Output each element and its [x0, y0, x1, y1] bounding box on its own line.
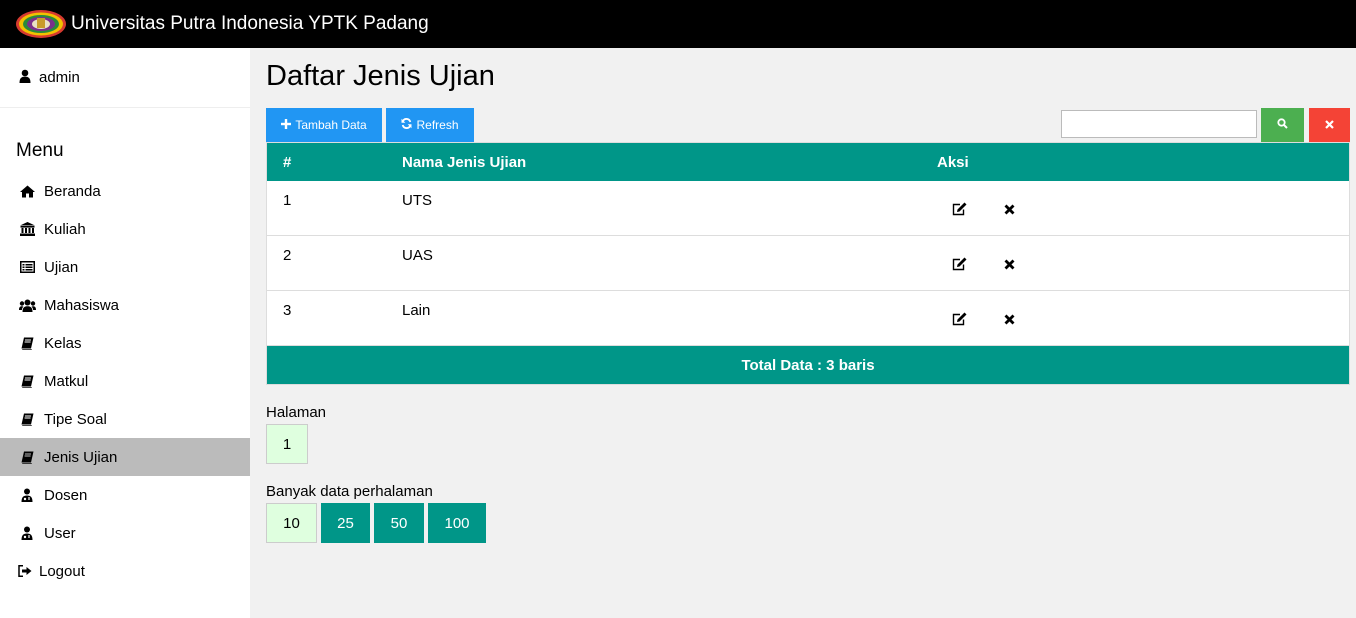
- edit-icon[interactable]: [951, 256, 967, 272]
- sidebar-item-label: Dosen: [44, 486, 88, 504]
- per-page-option[interactable]: 100: [428, 503, 486, 543]
- sidebar-item-tipe-soal[interactable]: Tipe Soal: [0, 400, 250, 438]
- jenis-ujian-table: # Nama Jenis Ujian Aksi 1 UTS 2 UAS 3 La…: [266, 142, 1350, 385]
- sidebar-item-label: Jenis Ujian: [44, 448, 118, 466]
- sidebar-item-mahasiswa[interactable]: Mahasiswa: [0, 286, 250, 324]
- sidebar-item-label: Tipe Soal: [44, 410, 107, 428]
- sidebar-item-ujian[interactable]: Ujian: [0, 248, 250, 286]
- sidebar-item-matkul[interactable]: Matkul: [0, 362, 250, 400]
- sidebar-item-label: Ujian: [44, 258, 79, 276]
- refresh-label: Refresh: [416, 118, 459, 132]
- edit-icon[interactable]: [951, 311, 967, 327]
- user-icon: [19, 69, 31, 87]
- row-number: 1: [283, 192, 292, 209]
- column-header-action: Aksi: [937, 154, 969, 171]
- column-header-name: Nama Jenis Ujian: [402, 154, 527, 171]
- search-icon: [1277, 118, 1288, 132]
- book-icon: [18, 451, 36, 464]
- row-number: 3: [283, 302, 292, 319]
- user-md-icon: [18, 526, 36, 540]
- list-alt-icon: [18, 261, 36, 273]
- table-header: # Nama Jenis Ujian Aksi: [267, 143, 1349, 181]
- refresh-button[interactable]: Refresh: [386, 108, 474, 142]
- top-navbar: Universitas Putra Indonesia YPTK Padang: [0, 0, 1356, 48]
- pagination-label: Halaman: [266, 404, 327, 421]
- page-button[interactable]: 1: [266, 424, 308, 464]
- sidebar-item-kuliah[interactable]: Kuliah: [0, 210, 250, 248]
- table-row: 2 UAS: [267, 236, 1349, 291]
- sidebar-item-logout[interactable]: Logout: [0, 552, 250, 590]
- sidebar-item-label: Logout: [39, 562, 85, 580]
- toolbar: Tambah Data Refresh: [266, 108, 1350, 142]
- row-number: 2: [283, 247, 292, 264]
- search-input[interactable]: [1061, 110, 1257, 138]
- table-row: 3 Lain: [267, 291, 1349, 346]
- table-footer: Total Data : 3 baris: [267, 346, 1349, 384]
- page-title: Daftar Jenis Ujian: [266, 60, 495, 92]
- search-button[interactable]: [1261, 108, 1304, 142]
- delete-icon[interactable]: [1001, 201, 1017, 217]
- delete-icon[interactable]: [1001, 311, 1017, 327]
- refresh-icon: [401, 118, 412, 132]
- sidebar-item-kelas[interactable]: Kelas: [0, 324, 250, 362]
- university-logo-icon: [15, 9, 67, 39]
- app-title: Universitas Putra Indonesia YPTK Padang: [71, 13, 429, 34]
- sidebar: admin Menu Beranda Kuliah Ujian Mahasisw…: [0, 48, 250, 618]
- sidebar-item-label: Kelas: [44, 334, 82, 352]
- table-row: 1 UTS: [267, 181, 1349, 236]
- sidebar-item-label: Mahasiswa: [44, 296, 120, 314]
- total-data-text: Total Data : 3 baris: [741, 356, 875, 374]
- menu-title: Menu: [16, 140, 64, 161]
- column-header-number: #: [283, 154, 292, 171]
- sidebar-item-beranda[interactable]: Beranda: [0, 172, 250, 210]
- main-content: Daftar Jenis Ujian Tambah Data Refresh #…: [266, 48, 1350, 543]
- row-name: UAS: [402, 247, 433, 264]
- per-page-options: 10 25 50 100: [266, 503, 1350, 543]
- book-icon: [18, 375, 36, 388]
- per-page-option[interactable]: 50: [374, 503, 424, 543]
- institution-icon: [18, 222, 36, 236]
- sidebar-item-dosen[interactable]: Dosen: [0, 476, 250, 514]
- sidebar-item-user[interactable]: User: [0, 514, 250, 552]
- book-icon: [18, 337, 36, 350]
- sidebar-item-label: User: [44, 524, 76, 542]
- clear-search-button[interactable]: [1309, 108, 1350, 142]
- menu-list: Beranda Kuliah Ujian Mahasiswa Kelas Mat…: [0, 172, 250, 590]
- book-icon: [18, 413, 36, 426]
- users-icon: [18, 299, 36, 312]
- user-md-icon: [18, 488, 36, 502]
- row-name: UTS: [402, 192, 432, 209]
- add-data-label: Tambah Data: [295, 118, 367, 132]
- row-name: Lain: [402, 302, 431, 319]
- home-icon: [18, 185, 36, 198]
- close-icon: [1325, 118, 1334, 132]
- pagination: 1: [266, 424, 1350, 464]
- per-page-label: Banyak data perhalaman: [266, 483, 433, 500]
- sidebar-item-label: Matkul: [44, 372, 89, 390]
- sign-out-icon: [18, 565, 32, 577]
- sidebar-item-jenis-ujian[interactable]: Jenis Ujian: [0, 438, 250, 476]
- per-page-option[interactable]: 10: [266, 503, 317, 543]
- user-name: admin: [39, 69, 80, 86]
- per-page-option[interactable]: 25: [321, 503, 370, 543]
- plus-icon: [281, 118, 292, 132]
- edit-icon[interactable]: [951, 201, 967, 217]
- user-info: admin: [0, 48, 250, 108]
- add-data-button[interactable]: Tambah Data: [266, 108, 382, 142]
- delete-icon[interactable]: [1001, 256, 1017, 272]
- sidebar-item-label: Kuliah: [44, 220, 86, 238]
- sidebar-item-label: Beranda: [44, 182, 101, 200]
